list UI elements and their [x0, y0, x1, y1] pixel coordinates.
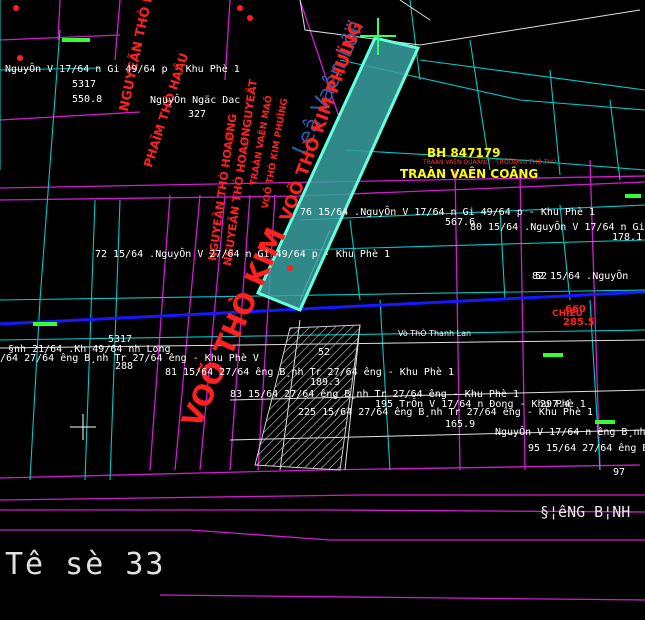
parcel-label-30: 52	[535, 271, 548, 282]
parcel-label-2: 5317	[72, 79, 97, 90]
cursor-crosshair	[70, 414, 96, 440]
parcel-label-15: 189.3	[310, 377, 341, 388]
road-centerline	[0, 290, 645, 326]
parcel-owner-lan: Vò ThÒ Thanh Lan	[398, 329, 472, 338]
parcel-area-285: 285.5	[563, 317, 595, 328]
parcel-label-1: NguyÔn V 17/64 n Gi 49/64 p - Khu Phè 1	[5, 64, 240, 75]
parcel-label-21: 95 15/64 27/64 êng B¸nh Tr	[528, 443, 645, 454]
owner-name: TRAÀN VAÊN COÂNG	[400, 167, 539, 181]
sheet-number-label: Tê sè 33	[5, 547, 166, 582]
owner-code: BH 847179	[427, 146, 501, 160]
parcel-label-18: 165.9	[445, 419, 476, 430]
parcel-label-5: 327	[188, 109, 207, 120]
parcel-label-4: NguyÔn Ngäc Dac	[150, 95, 241, 106]
cad-map-canvas[interactable]: { "map": { "highlight_label": "Leâ Vaên …	[0, 0, 645, 620]
parcel-label-23: 178.1	[612, 232, 643, 243]
parcel-label-20: NguyÔn V 17/64 n êng B¸nh Tr	[495, 427, 645, 438]
parcel-number-660: 660	[565, 304, 586, 315]
parcel-label-3: 550.8	[72, 94, 103, 105]
parcel-label-29: 52	[318, 347, 331, 358]
parcel-label-22: 97	[613, 467, 626, 478]
road-name-label: §¦êNG B¦NH	[540, 503, 631, 521]
parcel-label-28: /64 27/64 êng B¸nh Tr 27/64 êng - Khu Ph…	[0, 353, 259, 364]
parcel-label-9: 72 15/64 .NguyÔn V 27/64 n Gi 49/64 p - …	[95, 249, 391, 260]
parcel-label-24: 297.4	[540, 399, 571, 410]
owner-sub: TRAÀN VAÊN QUAÂNG - TRÖÔØNG THÒ THÚ	[423, 159, 557, 166]
